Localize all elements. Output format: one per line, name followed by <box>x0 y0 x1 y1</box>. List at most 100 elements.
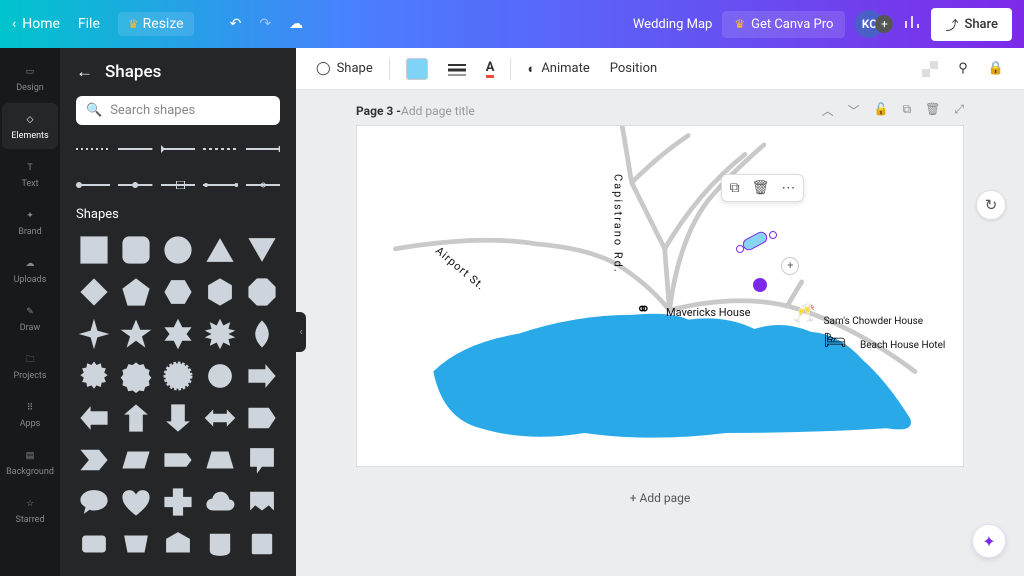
shape-speech-round[interactable] <box>76 484 112 520</box>
magic-button[interactable]: ✦ <box>972 524 1006 558</box>
label-capistrano[interactable]: Capistrano Rd. <box>612 174 625 274</box>
shape-cloud[interactable] <box>202 484 238 520</box>
line-style[interactable] <box>203 171 237 199</box>
shape-plus[interactable] <box>160 484 196 520</box>
shape-square[interactable] <box>76 232 112 268</box>
lock-page-button[interactable]: 🔓 <box>874 102 889 119</box>
shape-rounded-square[interactable] <box>118 232 154 268</box>
shape-diamond[interactable] <box>76 274 112 310</box>
rail-draw[interactable]: ✎ Draw <box>2 295 58 341</box>
rings-icon[interactable]: ⚭ <box>636 299 651 320</box>
shape-badge[interactable] <box>118 358 154 394</box>
shape-trapezoid[interactable] <box>202 442 238 478</box>
cloud-sync-icon[interactable]: ☁ <box>289 16 303 32</box>
back-arrow-icon[interactable]: ← <box>76 62 93 82</box>
shape-tag[interactable] <box>160 442 196 478</box>
transparency-button[interactable] <box>914 56 946 82</box>
shape-seal[interactable] <box>76 358 112 394</box>
rail-brand[interactable]: ✦ Brand <box>2 199 58 245</box>
shape-heart[interactable] <box>118 484 154 520</box>
page-down-button[interactable]: ﹀ <box>848 102 860 119</box>
shape-burst[interactable] <box>202 316 238 352</box>
rail-uploads[interactable]: ☁ Uploads <box>2 247 58 293</box>
shape-type-button[interactable]: ◯ Shape <box>308 56 381 81</box>
add-page-button[interactable]: + Add page <box>356 483 964 513</box>
share-button[interactable]: ⤴ Share <box>931 8 1012 41</box>
line-style[interactable] <box>161 171 195 199</box>
label-mavericks[interactable]: Mavericks House <box>666 306 750 319</box>
rail-design[interactable]: ▭ Design <box>2 55 58 101</box>
shape-scallop[interactable] <box>160 358 196 394</box>
shape-arrow-up[interactable] <box>118 400 154 436</box>
rail-starred[interactable]: ☆ Starred <box>2 487 58 533</box>
trash-icon[interactable]: 🗑 <box>752 180 770 196</box>
page-up-button[interactable]: ︿ <box>822 102 834 119</box>
shape-triangle[interactable] <box>202 232 238 268</box>
shape-parallelogram[interactable] <box>118 442 154 478</box>
duplicate-icon[interactable]: ⧉ <box>730 180 740 196</box>
duplicate-page-button[interactable]: ⧉ <box>903 102 912 119</box>
line-style[interactable] <box>161 135 195 163</box>
shape-star5[interactable] <box>118 316 154 352</box>
position-button[interactable]: Position <box>602 56 665 81</box>
shape-misc[interactable] <box>244 526 280 562</box>
rail-projects[interactable]: 🗀 Projects <box>2 343 58 389</box>
shape-hexagon-v[interactable] <box>202 274 238 310</box>
cheers-icon[interactable]: 🥂 <box>793 303 815 324</box>
shape-circle[interactable] <box>160 232 196 268</box>
home-button[interactable]: ‹ Home <box>12 16 60 32</box>
shape-star6[interactable] <box>160 316 196 352</box>
expand-page-button[interactable]: ⤢ <box>954 102 964 119</box>
add-member-button[interactable]: + <box>875 15 893 33</box>
shape-banner[interactable] <box>244 484 280 520</box>
bed-icon[interactable]: 🛏 <box>824 330 847 351</box>
shape-hexagon[interactable] <box>160 274 196 310</box>
panel-content[interactable]: Shapes <box>60 135 296 576</box>
canvas-page[interactable]: Capistrano Rd. Airport St. ⚭ Mavericks H… <box>356 125 964 467</box>
more-icon[interactable]: ⋯ <box>781 180 795 196</box>
rail-elements[interactable]: ◇ Elements <box>2 103 58 149</box>
label-beach[interactable]: Beach House Hotel <box>860 340 945 351</box>
shape-speech-square[interactable] <box>244 442 280 478</box>
search-input[interactable]: 🔍 Search shapes <box>76 96 280 125</box>
border-style-button[interactable] <box>440 57 474 81</box>
label-sams[interactable]: Sam's Chowder House <box>824 316 924 327</box>
get-pro-button[interactable]: ♛ Get Canva Pro <box>722 11 845 38</box>
shape-misc[interactable] <box>160 526 196 562</box>
resize-button[interactable]: ♛ Resize <box>118 12 194 36</box>
document-title[interactable]: Wedding Map <box>303 17 722 32</box>
line-style[interactable] <box>118 171 152 199</box>
copy-style-button[interactable]: ⚲ <box>950 56 976 81</box>
text-color-button[interactable]: A <box>478 55 503 83</box>
shape-arrow-right[interactable] <box>244 358 280 394</box>
shape-star4[interactable] <box>76 316 112 352</box>
shape-gear[interactable] <box>202 358 238 394</box>
delete-page-button[interactable]: 🗑 <box>925 102 940 119</box>
shape-chevron[interactable] <box>76 442 112 478</box>
shape-arrow-pentagon[interactable] <box>244 400 280 436</box>
rail-background[interactable]: ▤ Background <box>2 439 58 485</box>
analytics-icon[interactable] <box>903 13 921 35</box>
file-menu[interactable]: File <box>78 16 100 32</box>
shape-rounded-diamond[interactable] <box>244 316 280 352</box>
line-style[interactable] <box>246 135 280 163</box>
line-style[interactable] <box>76 135 110 163</box>
canvas-scroll[interactable]: Page 3 - Add page title ︿ ﹀ 🔓 ⧉ 🗑 ⤢ <box>296 90 1024 576</box>
rail-apps[interactable]: ⠿ Apps <box>2 391 58 437</box>
shape-arrow-left[interactable] <box>76 400 112 436</box>
page-title-input[interactable]: Add page title <box>401 104 475 118</box>
shape-arrow-down[interactable] <box>160 400 196 436</box>
line-style[interactable] <box>76 171 110 199</box>
shape-pentagon[interactable] <box>118 274 154 310</box>
undo-icon[interactable]: ↶ <box>230 16 242 32</box>
lock-button[interactable]: 🔒 <box>980 56 1012 81</box>
redo-icon[interactable]: ↷ <box>259 16 271 32</box>
shape-misc[interactable] <box>202 526 238 562</box>
show-pages-button[interactable]: ↻ <box>976 190 1006 220</box>
rail-text[interactable]: T Text <box>2 151 58 197</box>
shape-misc[interactable] <box>76 526 112 562</box>
shape-misc[interactable] <box>118 526 154 562</box>
shape-triangle-down[interactable] <box>244 232 280 268</box>
line-style[interactable] <box>203 135 237 163</box>
line-style[interactable] <box>118 135 152 163</box>
